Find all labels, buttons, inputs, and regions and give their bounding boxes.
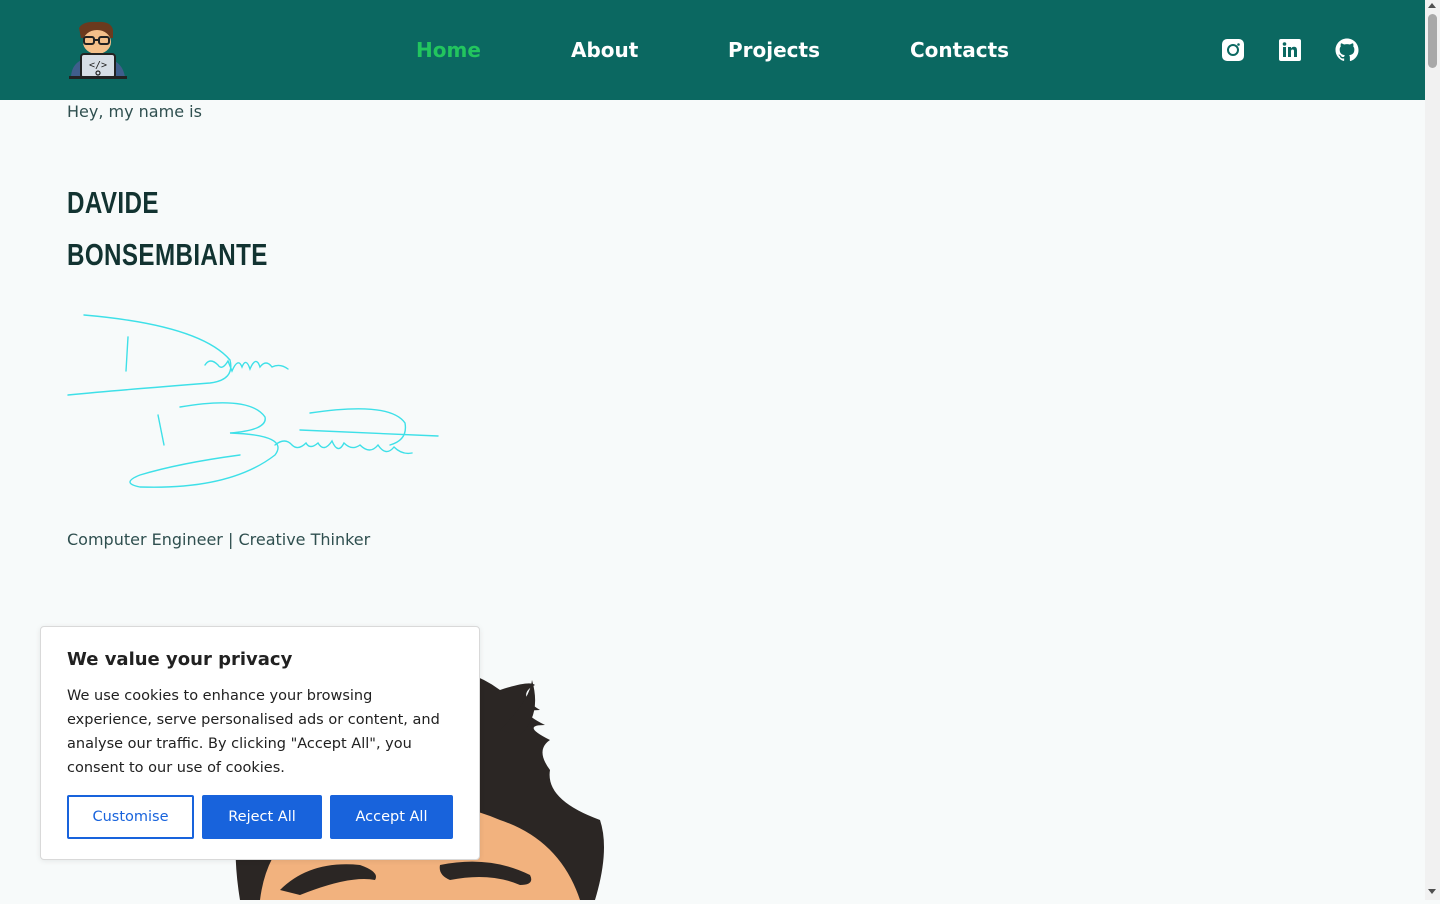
last-name-heading: BONSEMBIANTE: [67, 237, 268, 272]
svg-text:</>: </>: [89, 60, 107, 71]
instagram-icon[interactable]: [1221, 38, 1245, 62]
cookie-consent-banner: We value your privacy We use cookies to …: [40, 626, 480, 860]
intro-text: Hey, my name is: [67, 102, 202, 121]
signature-image: [60, 305, 450, 495]
scroll-down-arrow-icon[interactable]: [1428, 889, 1436, 894]
customise-button[interactable]: Customise: [67, 795, 194, 839]
cookie-title: We value your privacy: [67, 649, 293, 670]
cookie-description: We use cookies to enhance your browsing …: [67, 688, 440, 776]
linkedin-icon[interactable]: [1278, 38, 1302, 62]
accept-all-button[interactable]: Accept All: [330, 795, 453, 839]
nav-projects[interactable]: Projects: [728, 36, 820, 64]
logo-coder-icon[interactable]: </>: [67, 20, 129, 80]
page-scrollbar[interactable]: [1425, 0, 1440, 900]
github-icon[interactable]: [1335, 38, 1359, 62]
nav-home[interactable]: Home: [416, 36, 481, 64]
scroll-up-arrow-icon[interactable]: [1428, 3, 1436, 8]
site-header: </> Home About Projects Contacts: [0, 0, 1425, 100]
reject-all-button[interactable]: Reject All: [202, 795, 322, 839]
nav-contacts[interactable]: Contacts: [910, 36, 1009, 64]
first-name-heading: DAVIDE: [67, 185, 159, 220]
tagline-text: Computer Engineer | Creative Thinker: [67, 530, 371, 549]
nav-about[interactable]: About: [571, 36, 638, 64]
scroll-thumb[interactable]: [1428, 14, 1437, 68]
